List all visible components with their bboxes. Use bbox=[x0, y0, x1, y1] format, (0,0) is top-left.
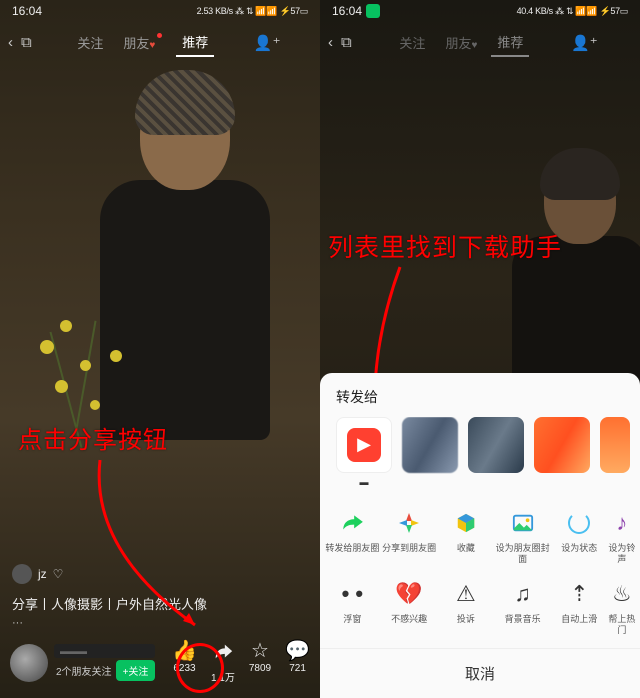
forward-contacts-row: ▶▬ bbox=[320, 417, 640, 499]
share-actions-row-1: 转发给朋友圈 分享到朋友圈 收藏 设为朋友圈封面 设为状态 ♪设为铃声 bbox=[320, 499, 640, 571]
set-moments-cover[interactable]: 设为朋友圈封面 bbox=[494, 509, 551, 565]
forward-moments[interactable]: 转发给朋友圈 bbox=[324, 509, 381, 565]
cube-icon bbox=[452, 509, 480, 537]
contact-item[interactable] bbox=[468, 417, 524, 473]
auto-scroll[interactable]: ⇡自动上滑 bbox=[551, 580, 608, 636]
favorite[interactable]: 收藏 bbox=[437, 509, 494, 565]
status-indicators: 2.53 KB/s ⁂ ⇅ 📶📶 ⚡57▭ bbox=[197, 6, 308, 17]
top-tabs-dimmed: ‹ ⧉ 关注 朋友♥ 推荐 👤⁺ bbox=[320, 22, 640, 63]
broken-heart-icon: 💔 bbox=[395, 580, 423, 608]
contact-item[interactable] bbox=[534, 417, 590, 473]
flame-icon: ♨ bbox=[608, 580, 636, 608]
upload-icon: ⇡ bbox=[565, 580, 593, 608]
blurred-username: ▬▬▬ bbox=[54, 644, 155, 658]
not-interested[interactable]: 💔不感兴趣 bbox=[381, 580, 438, 636]
tab-friends[interactable]: 朋友♥ bbox=[117, 29, 168, 56]
follow-count: 2个朋友关注 bbox=[56, 663, 112, 678]
clock: 16:04 bbox=[332, 4, 380, 19]
author-avatar[interactable] bbox=[10, 644, 48, 682]
phone-screen-right: 16:04 40.4 KB/s ⁂ ⇅ 📶📶 ⚡57▭ ‹ ⧉ 关注 朋友♥ 推… bbox=[320, 0, 640, 698]
share-to-moments[interactable]: 分享到朋友圈 bbox=[381, 509, 438, 565]
status-bar: 16:04 40.4 KB/s ⁂ ⇅ 📶📶 ⚡57▭ bbox=[320, 0, 640, 22]
warning-icon: ⚠ bbox=[452, 580, 480, 608]
top-tabs: ‹ ⧉ 关注 朋友♥ 推荐 👤⁺ bbox=[0, 22, 320, 63]
tab-follow[interactable]: 关注 bbox=[71, 29, 109, 56]
contact-item[interactable] bbox=[600, 417, 630, 473]
arrow-annotation bbox=[80, 450, 220, 640]
aperture-icon bbox=[395, 509, 423, 537]
clock: 16:04 bbox=[12, 4, 42, 18]
dual-window-icon[interactable]: ⧉ bbox=[21, 34, 32, 51]
music-note-icon: ♫ bbox=[509, 580, 537, 608]
set-status[interactable]: 设为状态 bbox=[551, 509, 608, 565]
share-actions-row-2: • •浮窗 💔不感兴趣 ⚠投诉 ♫背景音乐 ⇡自动上滑 ♨帮上热门 bbox=[320, 570, 640, 642]
bgm[interactable]: ♫背景音乐 bbox=[494, 580, 551, 636]
status-bar: 16:04 2.53 KB/s ⁂ ⇅ 📶📶 ⚡57▭ bbox=[0, 0, 320, 22]
promote-hot[interactable]: ♨帮上热门 bbox=[608, 580, 636, 636]
share-sheet: 转发给 ▶▬ 转发给朋友圈 分享到朋友圈 收藏 设为朋友圈封面 设为状态 ♪设为… bbox=[320, 373, 640, 698]
download-helper-app[interactable]: ▶ bbox=[336, 417, 392, 473]
tab-recommend[interactable]: 推荐 bbox=[176, 28, 214, 57]
comment-button[interactable]: 💬721 bbox=[285, 641, 310, 684]
annotation-right: 列表里找到下载助手 bbox=[328, 228, 562, 264]
search-icon: 👤⁺ bbox=[571, 34, 598, 52]
sheet-title: 转发给 bbox=[320, 373, 640, 417]
annotation-left: 点击分享按钮 bbox=[18, 420, 168, 455]
highlight-circle bbox=[176, 643, 224, 693]
author-name[interactable]: jz bbox=[38, 567, 47, 581]
star-icon: ☆ bbox=[251, 641, 269, 661]
set-ringtone[interactable]: ♪设为铃声 bbox=[608, 509, 636, 565]
favorite-button[interactable]: ☆7809 bbox=[249, 641, 271, 684]
status-indicators: 40.4 KB/s ⁂ ⇅ 📶📶 ⚡57▭ bbox=[517, 6, 628, 17]
share-arrow-icon bbox=[338, 509, 366, 537]
comment-icon: 💬 bbox=[285, 641, 310, 661]
float-window[interactable]: • •浮窗 bbox=[324, 580, 381, 636]
cancel-button[interactable]: 取消 bbox=[320, 648, 640, 690]
dots-icon: • • bbox=[338, 580, 366, 608]
note-icon: ♪ bbox=[608, 509, 636, 537]
follow-button[interactable]: +关注 bbox=[116, 660, 156, 681]
phone-screen-left: 16:04 2.53 KB/s ⁂ ⇅ 📶📶 ⚡57▭ ‹ ⧉ 关注 朋友♥ 推… bbox=[0, 0, 320, 698]
back-icon[interactable]: ‹ bbox=[8, 34, 13, 51]
contact-item[interactable] bbox=[402, 417, 458, 473]
search-icon[interactable]: 👤⁺ bbox=[254, 34, 281, 52]
back-icon: ‹ bbox=[328, 34, 333, 51]
report[interactable]: ⚠投诉 bbox=[437, 580, 494, 636]
spinner-icon bbox=[565, 509, 593, 537]
picture-icon bbox=[509, 509, 537, 537]
dual-window-icon: ⧉ bbox=[341, 34, 352, 51]
author-avatar-small[interactable] bbox=[12, 564, 32, 584]
